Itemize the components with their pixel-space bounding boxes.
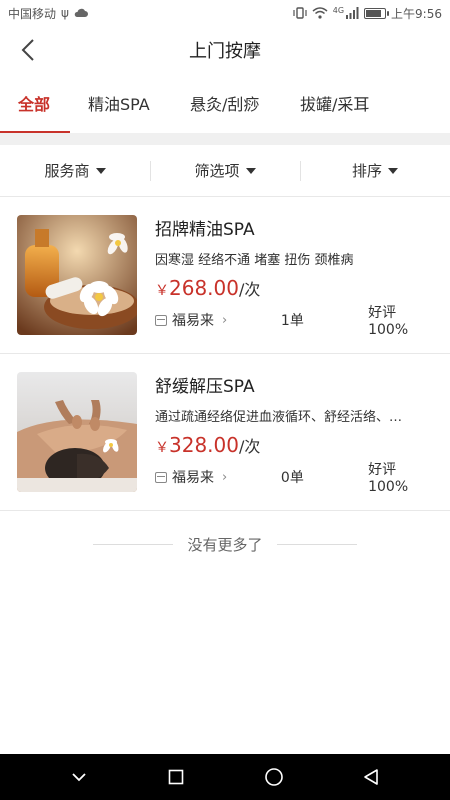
- nav-home-button[interactable]: [252, 757, 296, 797]
- system-nav-bar: [0, 754, 450, 800]
- category-tabs: 全部 精油SPA 悬灸/刮痧 拔罐/采耳: [0, 74, 450, 132]
- caret-down-icon: [388, 167, 398, 174]
- service-info: 招牌精油SPA 因寒湿 经络不通 堵塞 扭伤 颈椎病 ￥ 268.00 /次: [155, 215, 434, 306]
- caret-down-icon: [95, 167, 106, 174]
- service-thumbnail-relax-spa: [17, 372, 137, 492]
- divider-line: [276, 543, 357, 545]
- service-thumbnail-oil-spa: [17, 215, 137, 335]
- cloud-icon: [74, 8, 88, 17]
- end-of-list: 没有更多了: [0, 530, 450, 558]
- status-left: 中国移动 ψ: [8, 5, 88, 22]
- service-card[interactable]: 舒缓解压SPA 通过疏通经络促进血液循环、舒经活络、… ￥ 328.00 /次 …: [0, 354, 450, 511]
- no-more-label: 没有更多了: [187, 535, 263, 554]
- shop-icon: [155, 314, 167, 326]
- currency-symbol: ￥: [155, 283, 169, 299]
- filter-sort[interactable]: 排序: [300, 145, 450, 197]
- chevron-down-icon: [72, 773, 86, 782]
- service-card[interactable]: 招牌精油SPA 因寒湿 经络不通 堵塞 扭伤 颈椎病 ￥ 268.00 /次 福…: [0, 197, 450, 354]
- tab-essential-oil-spa[interactable]: 精油SPA: [88, 74, 150, 132]
- chevron-right-icon: ›: [222, 312, 228, 328]
- price-unit: /次: [238, 437, 261, 456]
- chevron-left-icon: [21, 39, 34, 61]
- service-price: 328.00: [169, 433, 239, 457]
- divider-line: [93, 543, 174, 545]
- tab-label: 拔罐/采耳: [300, 95, 370, 114]
- title-bar: 上门按摩: [0, 26, 450, 74]
- filter-provider[interactable]: 服务商: [0, 145, 150, 197]
- nav-recents-button[interactable]: [154, 757, 198, 797]
- vibrate-icon: [293, 7, 307, 19]
- network-type-label: 4G: [332, 5, 345, 15]
- tab-cupping-ear[interactable]: 拔罐/采耳: [300, 74, 369, 132]
- filter-bar: 服务商 筛选项 排序: [0, 145, 450, 197]
- filter-label: 服务商: [44, 162, 90, 180]
- wifi-icon: [312, 7, 328, 19]
- service-name: 招牌精油SPA: [155, 220, 255, 240]
- service-info: 舒缓解压SPA 通过疏通经络促进血液循环、舒经活络、… ￥ 328.00 /次: [155, 372, 434, 463]
- rating-label: 好评100%: [368, 305, 409, 338]
- section-divider: [0, 133, 450, 145]
- service-meta: 福易来 › 1单 好评100%: [155, 305, 434, 338]
- filter-options[interactable]: 筛选项: [150, 145, 300, 197]
- back-button[interactable]: [14, 36, 42, 64]
- chevron-right-icon: ›: [222, 469, 228, 485]
- tab-label: 全部: [18, 95, 51, 114]
- rating-label: 好评100%: [368, 462, 409, 495]
- currency-symbol: ￥: [155, 440, 169, 456]
- status-right: 4G 上午9:56: [293, 5, 442, 22]
- order-count: 0单: [280, 470, 304, 486]
- order-count: 1单: [280, 313, 304, 329]
- circle-icon: [264, 768, 283, 786]
- service-list: 招牌精油SPA 因寒湿 经络不通 堵塞 扭伤 颈椎病 ￥ 268.00 /次 福…: [0, 197, 450, 511]
- shop-link[interactable]: 福易来 ›: [155, 310, 281, 330]
- status-bar: 中国移动 ψ 4G 上午9:56: [0, 0, 450, 26]
- square-icon: [168, 769, 184, 785]
- tab-all[interactable]: 全部: [18, 74, 50, 132]
- usb-icon: ψ: [61, 6, 69, 20]
- shop-name: 福易来: [172, 470, 214, 486]
- caret-down-icon: [245, 167, 256, 174]
- service-price: 268.00: [169, 276, 239, 300]
- shop-name: 福易来: [172, 313, 214, 329]
- signal-icon: [346, 7, 359, 19]
- tab-label: 精油SPA: [88, 95, 150, 114]
- nav-hide-button[interactable]: [57, 757, 101, 797]
- service-meta: 福易来 › 0单 好评100%: [155, 462, 434, 495]
- nav-back-button[interactable]: [349, 757, 393, 797]
- battery-icon: [364, 7, 390, 19]
- price-unit: /次: [238, 280, 261, 299]
- service-description: 通过疏通经络促进血液循环、舒经活络、…: [155, 410, 403, 425]
- filter-label: 筛选项: [194, 162, 240, 180]
- shop-icon: [155, 471, 167, 483]
- shop-link[interactable]: 福易来 ›: [155, 467, 281, 487]
- service-name: 舒缓解压SPA: [155, 377, 255, 397]
- page-title: 上门按摩: [189, 41, 261, 62]
- carrier-label: 中国移动: [8, 6, 57, 21]
- tab-label: 悬灸/刮痧: [190, 95, 260, 114]
- filter-label: 排序: [351, 162, 382, 180]
- clock-label: 上午9:56: [391, 6, 442, 21]
- triangle-back-icon: [364, 769, 379, 785]
- tab-moxibustion-scraping[interactable]: 悬灸/刮痧: [190, 74, 259, 132]
- service-description: 因寒湿 经络不通 堵塞 扭伤 颈椎病: [155, 253, 354, 268]
